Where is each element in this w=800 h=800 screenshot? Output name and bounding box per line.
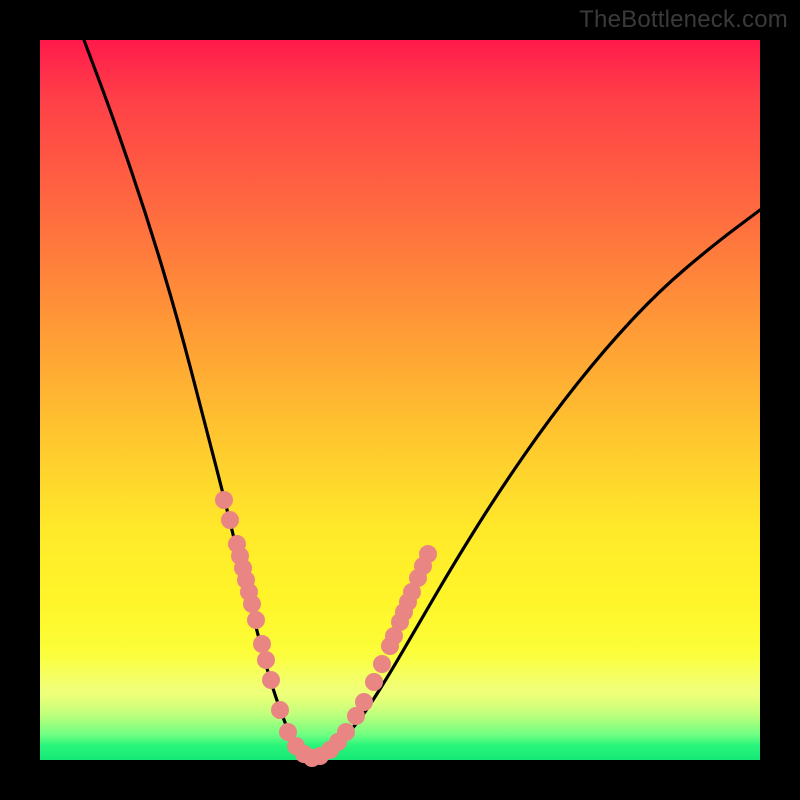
- dot: [253, 635, 271, 653]
- dot: [221, 511, 239, 529]
- dot: [365, 673, 383, 691]
- dot: [337, 723, 355, 741]
- dot: [271, 701, 289, 719]
- highlight-dots: [215, 491, 437, 767]
- dot: [215, 491, 233, 509]
- watermark-text: TheBottleneck.com: [579, 6, 788, 34]
- dot: [257, 651, 275, 669]
- dot: [247, 611, 265, 629]
- dot: [243, 595, 261, 613]
- dot: [262, 671, 280, 689]
- dot: [419, 545, 437, 563]
- curve-layer: [40, 40, 760, 760]
- dot: [373, 655, 391, 673]
- dot: [355, 693, 373, 711]
- chart-frame: TheBottleneck.com: [0, 0, 800, 800]
- curve-left: [84, 40, 310, 758]
